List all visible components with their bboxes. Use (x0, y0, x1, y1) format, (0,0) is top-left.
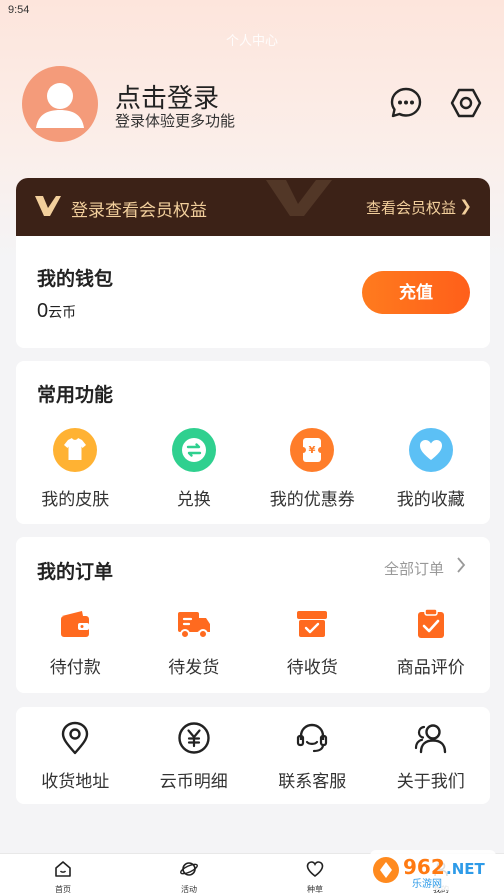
package-icon (297, 611, 328, 637)
orders-card: 我的订单 全部订单 待付款 待发货 待收货 商品评价 (16, 537, 490, 693)
truck-icon (177, 612, 210, 639)
orders-title: 我的订单 (37, 562, 114, 583)
recharge-button[interactable]: 充值 (362, 271, 470, 314)
wallet-title: 我的钱包 (37, 269, 114, 290)
service-item-address[interactable]: 收货地址 (16, 721, 135, 792)
site-watermark-logo: 962 .NET 乐游网 (370, 850, 496, 890)
location-pin-icon (62, 721, 89, 755)
vip-text: 登录查看会员权益 (71, 201, 207, 220)
service-label: 收货地址 (41, 772, 110, 791)
clipboard-check-icon (417, 608, 444, 638)
order-label: 待收货 (286, 658, 338, 677)
home-icon (55, 861, 71, 877)
services-card: 收货地址 云币明细 联系客服 关于我们 (16, 707, 490, 804)
nav-label: 活动 (181, 885, 197, 894)
exchange-icon (171, 428, 216, 472)
order-item-to-ship[interactable]: 待发货 (135, 607, 254, 678)
chat-bubble-icon (390, 87, 422, 118)
order-item-to-receive[interactable]: 待收货 (253, 607, 372, 678)
user-silhouette-icon (36, 83, 84, 128)
wallet-amount-value: 0 (37, 300, 49, 322)
users-icon (414, 724, 446, 754)
order-item-pending-payment[interactable]: 待付款 (16, 607, 135, 678)
chevron-right-icon: ❯ (459, 198, 472, 215)
functions-grid: 我的皮肤 兑换 ¥ 我的优惠券 我的收藏 (16, 427, 490, 510)
function-label: 我的收藏 (396, 490, 465, 509)
vip-watermark-icon (266, 180, 332, 216)
functions-title: 常用功能 (37, 385, 114, 406)
coupon-icon: ¥ (290, 428, 335, 472)
settings-button[interactable] (449, 86, 483, 120)
function-label: 兑换 (176, 490, 211, 509)
function-label: 我的优惠券 (269, 490, 355, 509)
function-label: 我的皮肤 (41, 490, 110, 509)
function-item-skin[interactable]: 我的皮肤 (16, 427, 135, 510)
vip-v-icon (35, 196, 61, 216)
service-item-about-us[interactable]: 关于我们 (372, 721, 491, 792)
heart-outline-icon (306, 861, 324, 878)
vip-link[interactable]: 查看会员权益 (366, 197, 456, 218)
avatar[interactable] (22, 66, 98, 142)
svg-text:.NET: .NET (446, 860, 485, 878)
nav-home[interactable]: 首页 (0, 854, 126, 896)
svg-text:¥: ¥ (309, 445, 316, 456)
order-item-review[interactable]: 商品评价 (372, 607, 491, 678)
function-item-exchange[interactable]: 兑换 (135, 427, 254, 510)
service-item-coin-details[interactable]: 云币明细 (135, 721, 254, 792)
page-title: 个人中心 (225, 33, 278, 48)
gear-icon (450, 88, 482, 118)
services-grid: 收货地址 云币明细 联系客服 关于我们 (16, 721, 490, 792)
functions-card: 常用功能 我的皮肤 兑换 ¥ 我的优惠券 我的收藏 (16, 361, 490, 524)
order-label: 待发货 (168, 658, 220, 677)
heart-icon (408, 428, 453, 472)
wallet-card: 我的钱包 0云币 充值 (16, 236, 490, 348)
order-label: 待付款 (49, 658, 101, 677)
vip-banner[interactable]: 登录查看会员权益 查看会员权益 ❯ (16, 178, 490, 236)
wallet-balance: 0云币 (37, 300, 76, 323)
service-label: 云币明细 (159, 772, 228, 791)
yen-coin-icon (178, 722, 210, 754)
planet-icon (180, 862, 198, 876)
function-item-favorites[interactable]: 我的收藏 (372, 427, 491, 510)
nav-grass[interactable]: 种草 (252, 854, 378, 896)
orders-grid: 待付款 待发货 待收货 商品评价 (16, 607, 490, 678)
service-label: 关于我们 (396, 772, 465, 791)
service-item-customer-service[interactable]: 联系客服 (253, 721, 372, 792)
svg-text:乐游网: 乐游网 (412, 877, 442, 890)
svg-text:962: 962 (403, 855, 445, 879)
all-orders-link[interactable]: 全部订单 (384, 558, 444, 579)
status-bar-time: 9:54 (8, 4, 30, 16)
headset-icon (297, 723, 328, 753)
login-subtitle: 登录体验更多功能 (115, 113, 236, 130)
nav-label: 种草 (307, 885, 323, 894)
wallet-unit: 云币 (48, 304, 77, 320)
wallet-icon (61, 611, 90, 637)
service-label: 联系客服 (278, 772, 347, 791)
function-item-coupons[interactable]: ¥ 我的优惠券 (253, 427, 372, 510)
chevron-right-icon (457, 557, 466, 573)
message-button[interactable] (389, 86, 423, 120)
nav-label: 首页 (55, 885, 71, 894)
nav-activity[interactable]: 活动 (126, 854, 252, 896)
order-label: 商品评价 (396, 658, 465, 677)
shirt-icon (53, 428, 98, 472)
